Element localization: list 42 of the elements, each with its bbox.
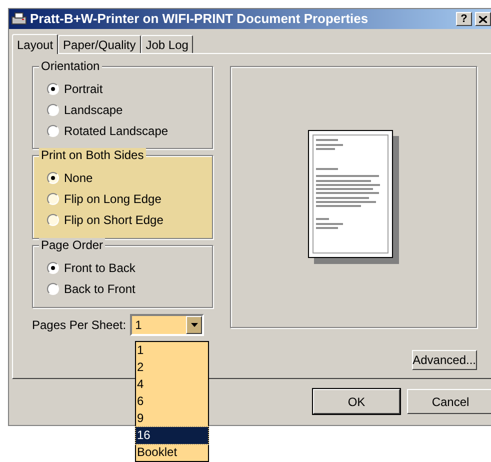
radio-label: Rotated Landscape [64,124,168,136]
tab[interactable]: Layout [12,34,58,54]
dropdown-arrow-button[interactable] [186,316,202,334]
dropdown-option[interactable]: 6 [136,393,208,410]
radio-button[interactable] [47,124,59,136]
radio-label: Front to Back [64,262,136,274]
dropdown-option[interactable]: 2 [136,359,208,376]
group-title: Page Order [39,238,106,252]
group-title: Print on Both Sides [39,148,146,162]
cancel-button[interactable]: Cancel [407,389,491,414]
dropdown-option[interactable]: 16 [136,427,208,444]
close-icon [479,16,487,22]
radio-button[interactable] [47,282,59,294]
dropdown-option[interactable]: 4 [136,376,208,393]
radio-button[interactable] [47,172,59,184]
tab[interactable]: Paper/Quality [58,35,141,53]
radio-label: Back to Front [64,282,136,294]
advanced-button[interactable]: Advanced... [412,350,477,370]
radio-label: Portrait [64,82,103,94]
radio-label: None [64,172,93,184]
ok-button[interactable]: OK [313,389,400,414]
dropdown-option[interactable]: 9 [136,410,208,427]
pages-per-sheet-dropdown[interactable]: 1 [130,314,204,336]
radio-button[interactable] [47,82,59,94]
printer-icon [11,12,27,26]
close-button[interactable] [475,12,491,26]
window-title: Pratt-B+W-Printer on WIFI-PRINT Document Properties [30,10,370,28]
radio-label: Flip on Short Edge [64,214,164,226]
dropdown-option[interactable]: Booklet [136,444,208,461]
radio-button[interactable] [47,214,59,226]
dropdown-option[interactable]: 1 [136,342,208,359]
caret-icon [190,323,198,327]
radio-button[interactable] [47,262,59,274]
radio-label: Landscape [64,104,123,116]
group-title: Orientation [39,59,102,73]
pages-per-sheet-label: Pages Per Sheet: [32,317,126,334]
tab[interactable]: Job Log [140,35,194,53]
help-button[interactable]: ? [456,12,472,26]
dropdown-value: 1 [134,317,143,334]
radio-button[interactable] [47,104,59,116]
radio-label: Flip on Long Edge [64,192,162,204]
radio-button[interactable] [47,192,59,204]
